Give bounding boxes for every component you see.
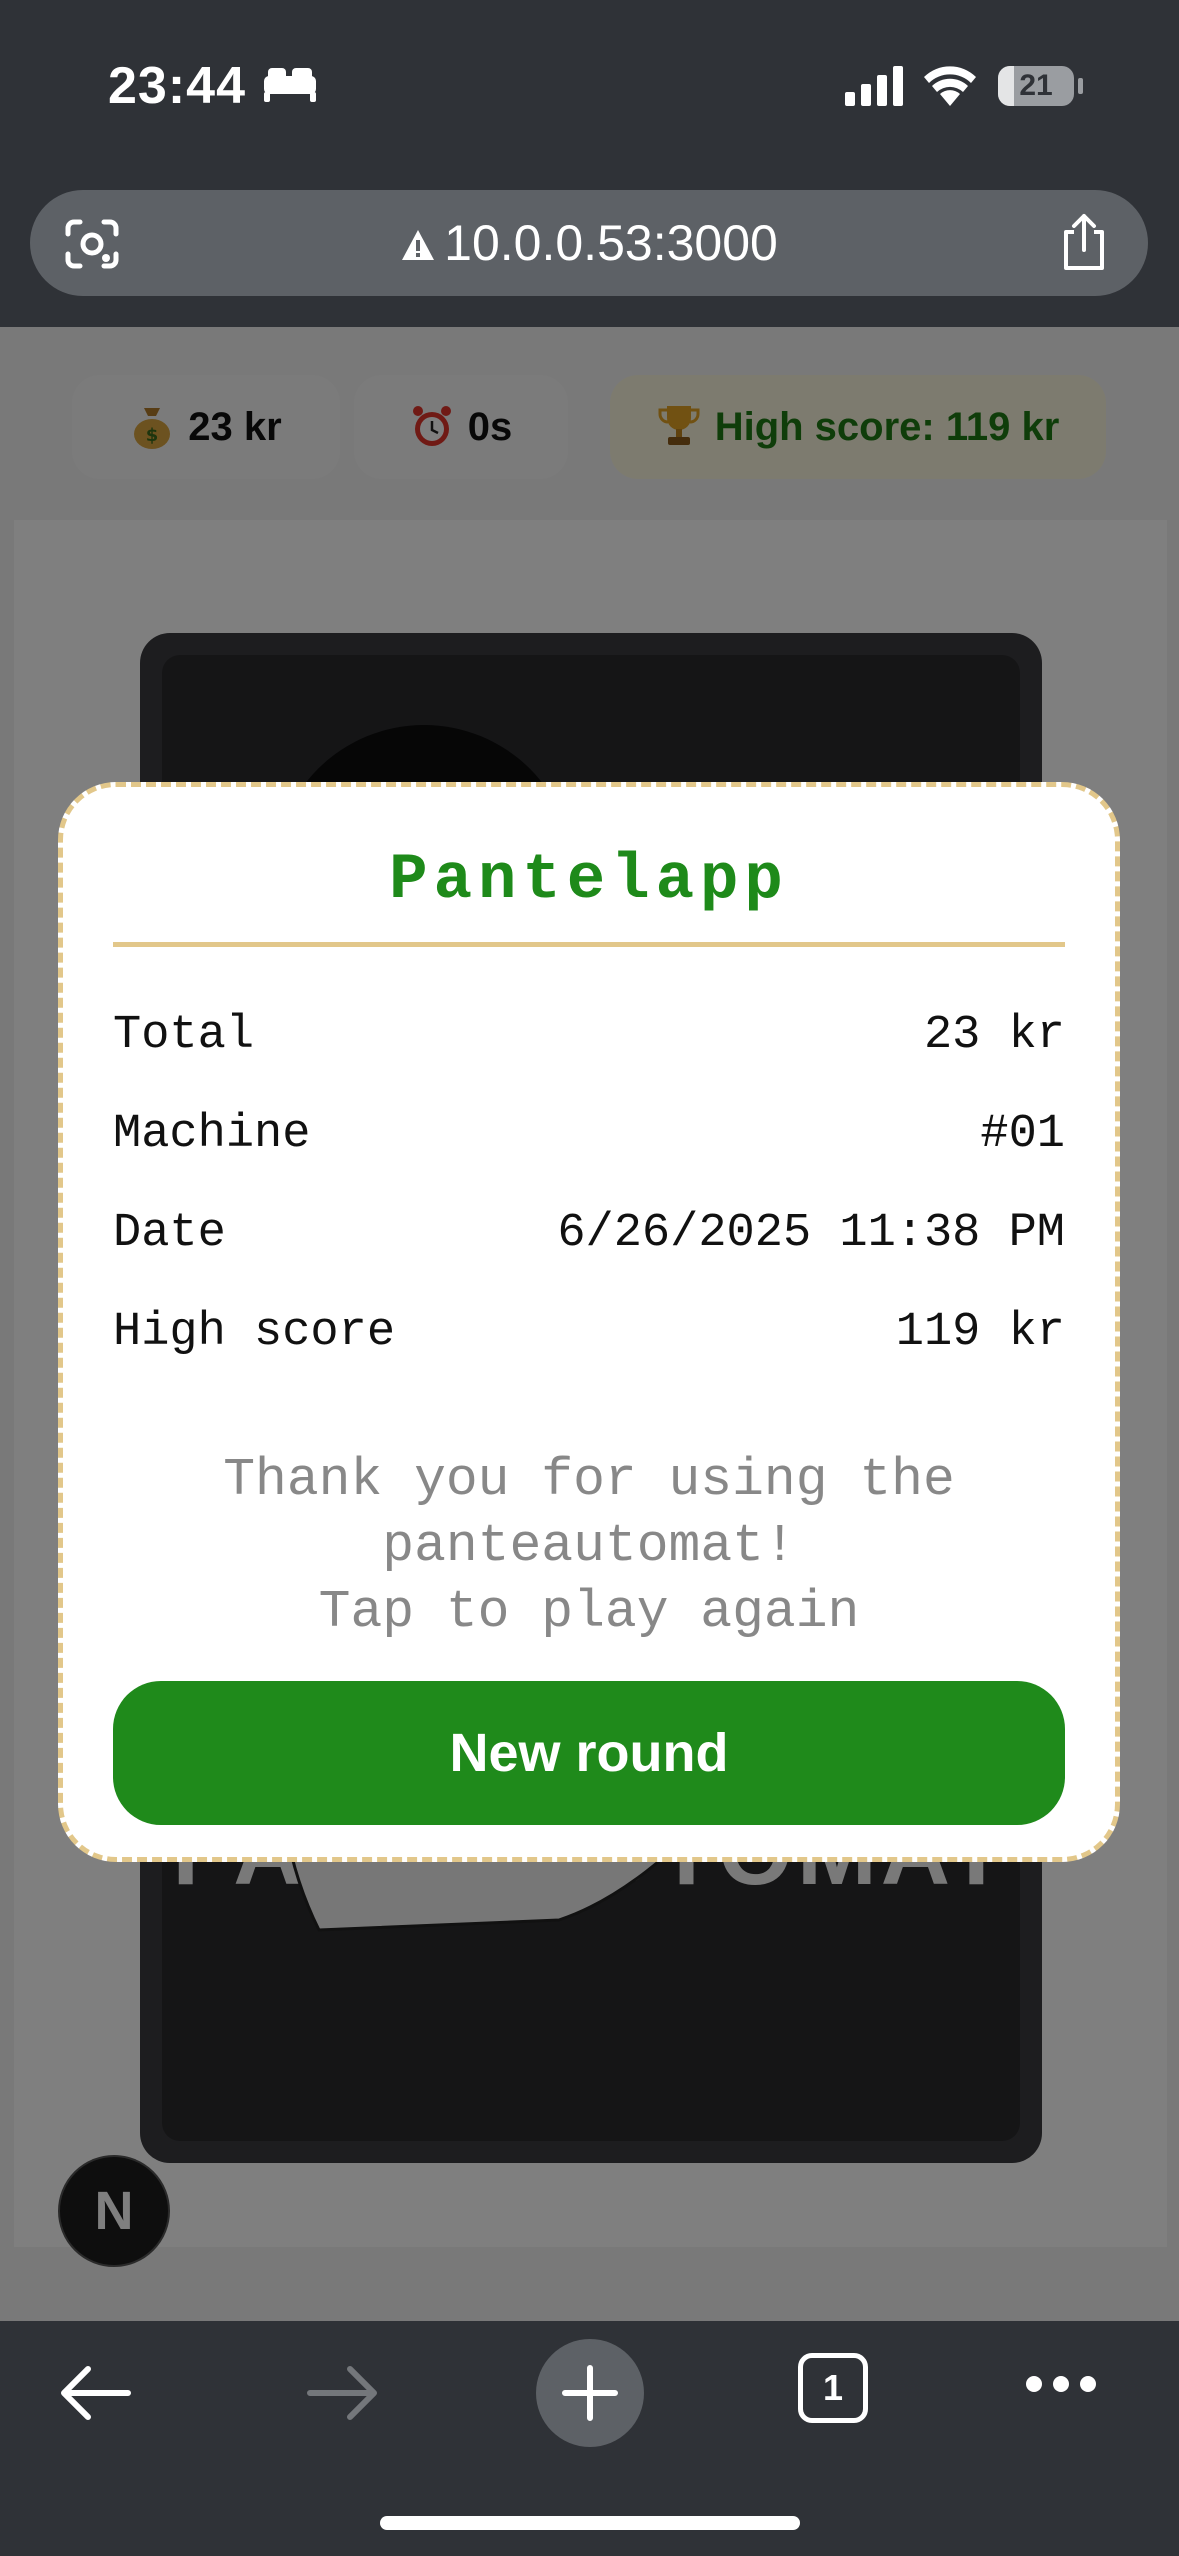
- back-arrow-icon[interactable]: [58, 2363, 132, 2423]
- receipt-row-high-score: High score 119 kr: [113, 1306, 1065, 1366]
- receipt-label: High score: [113, 1306, 396, 1359]
- new-tab-button[interactable]: [536, 2339, 644, 2447]
- status-bar: 23:44 21: [0, 0, 1179, 170]
- tabs-button[interactable]: 1: [798, 2353, 868, 2423]
- battery-nub: [1078, 78, 1083, 94]
- receipt-value: 23 kr: [923, 1009, 1065, 1062]
- receipt-value: #01: [980, 1108, 1065, 1161]
- receipt-label: Machine: [113, 1108, 311, 1161]
- receipt-row-date: Date 6/26/2025 11:38 PM: [113, 1207, 1065, 1267]
- battery-level: 21: [1019, 69, 1053, 102]
- play-again-hint: Tap to play again: [318, 1582, 860, 1642]
- new-round-button[interactable]: New round: [113, 1681, 1065, 1825]
- receipt-row-total: Total 23 kr: [113, 1009, 1065, 1069]
- url-text: 10.0.0.53:3000: [444, 215, 778, 271]
- plus-icon: [562, 2365, 618, 2421]
- receipt-label: Date: [113, 1207, 226, 1260]
- receipt-title: Pantelapp: [389, 845, 789, 917]
- tab-count: 1: [822, 2367, 844, 2408]
- share-icon[interactable]: [1058, 212, 1110, 272]
- thanks-line: panteautomat!: [382, 1516, 796, 1576]
- thanks-line: Thank you for using the: [223, 1450, 955, 1510]
- status-time: 23:44: [108, 57, 246, 115]
- receipt-value: 119 kr: [895, 1306, 1065, 1359]
- receipt-label: Total: [113, 1009, 255, 1062]
- battery-indicator: 21: [998, 66, 1074, 106]
- address-bar[interactable]: 10.0.0.53:3000: [30, 190, 1148, 296]
- wifi-icon: [924, 66, 976, 106]
- url-display[interactable]: 10.0.0.53:3000: [30, 214, 1148, 272]
- receipt-modal: Pantelapp Total 23 kr Machine #01 Date 6…: [58, 782, 1120, 1862]
- forward-arrow-icon[interactable]: [306, 2363, 380, 2423]
- not-secure-warning-icon: [402, 230, 435, 260]
- home-indicator[interactable]: [380, 2516, 800, 2530]
- cellular-signal-icon: [845, 66, 903, 106]
- sleep-focus-icon: [264, 68, 316, 102]
- receipt-divider: [113, 942, 1065, 947]
- more-options-icon[interactable]: [1024, 2373, 1098, 2395]
- receipt-thank-you: Thank you for using the panteautomat! Ta…: [63, 1447, 1115, 1645]
- receipt-value: 6/26/2025 11:38 PM: [557, 1207, 1065, 1260]
- receipt-row-machine: Machine #01: [113, 1108, 1065, 1168]
